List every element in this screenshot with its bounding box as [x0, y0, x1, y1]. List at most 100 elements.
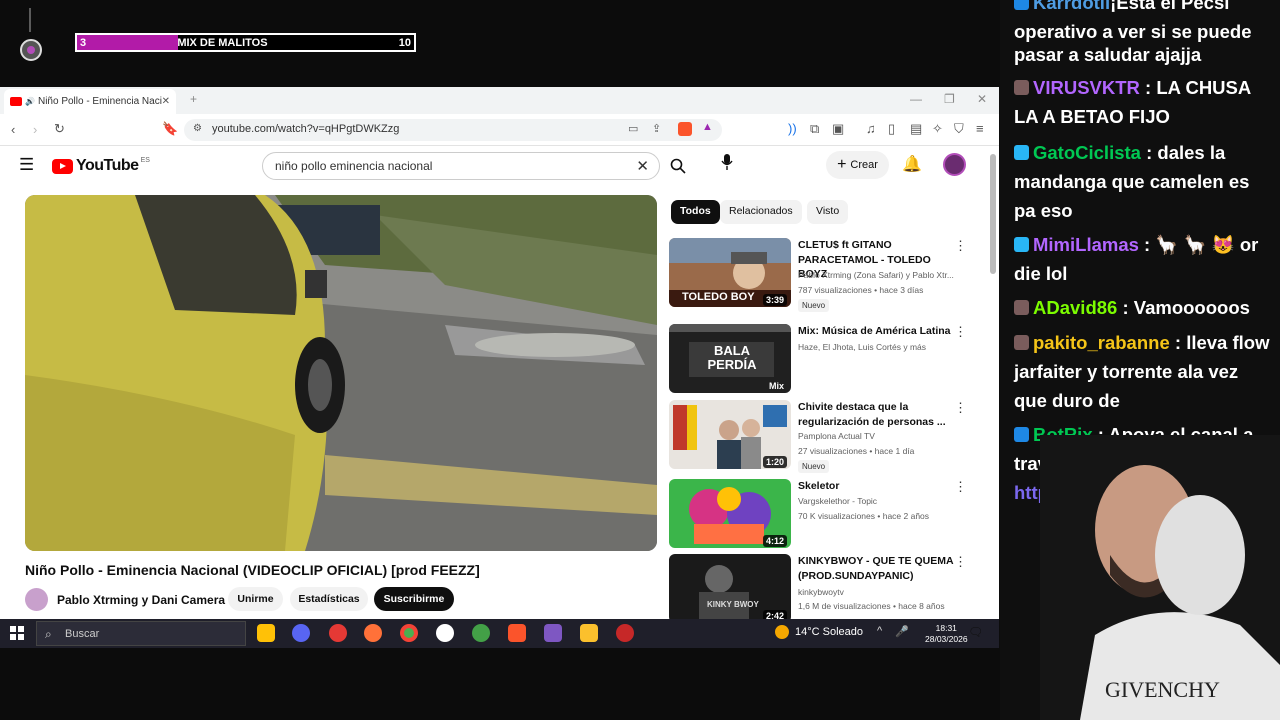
store-icon[interactable]: [257, 624, 275, 642]
close-tab-icon[interactable]: ✕: [162, 96, 170, 107]
windows-start-icon[interactable]: [10, 626, 24, 640]
chat-message: pasar a saludar ajajja: [1014, 40, 1276, 69]
brave-shield-icon[interactable]: [678, 122, 692, 136]
youtube-logo[interactable]: YouTube ES: [52, 157, 150, 175]
clock-time: 18:31: [935, 623, 957, 633]
windows-taskbar: ⌕ Buscar 14°C Soleado ^ 🎤 18:31 28/03/20…: [0, 619, 999, 648]
recommended-video[interactable]: TOLEDO BOY 3:39 CLETU$ ft GITANO PARACET…: [669, 238, 989, 312]
account-avatar[interactable]: [943, 153, 966, 176]
cast-icon[interactable]: ▭: [628, 122, 638, 135]
music-icon[interactable]: ♫: [866, 121, 876, 136]
youtube-favicon-icon: [10, 97, 22, 106]
rec-meta: 27 visualizaciones • hace 1 día: [798, 446, 915, 456]
audio-icon[interactable]: )): [788, 121, 797, 136]
badge-icon: [1014, 335, 1029, 350]
chat-username: Karrdotii: [1033, 0, 1111, 13]
menu-icon[interactable]: ≡: [976, 121, 984, 136]
tray-chevron-icon[interactable]: ^: [877, 625, 882, 637]
badge-icon: [1014, 237, 1029, 252]
more-options-icon[interactable]: ⋮: [954, 324, 967, 340]
close-window-icon[interactable]: ✕: [977, 92, 987, 106]
media-player-icon[interactable]: [436, 624, 454, 642]
progress-goal: 10: [398, 36, 411, 49]
more-options-icon[interactable]: ⋮: [954, 479, 967, 495]
notification-center-icon[interactable]: 🗨: [968, 625, 983, 639]
file-explorer-icon[interactable]: [580, 624, 598, 642]
search-button[interactable]: [660, 152, 696, 180]
share-icon[interactable]: ⇪: [652, 122, 661, 135]
taskbar-search[interactable]: ⌕ Buscar: [36, 621, 246, 646]
recommended-video[interactable]: BALA PERDÍA Mix Mix: Música de América L…: [669, 324, 989, 396]
channel-name[interactable]: Pablo Xtrming y Dani Camera: [57, 593, 225, 607]
obs-icon[interactable]: [544, 624, 562, 642]
rec-title: Skeletor: [798, 480, 840, 492]
chip-relacionados[interactable]: Relacionados: [720, 200, 802, 224]
video-title: Niño Pollo - Eminencia Nacional (VIDEOCL…: [25, 562, 480, 578]
youtube-wordmark: YouTube: [76, 157, 139, 174]
chat-message: VIRUSVKTR : LA CHUSA LA A BETAO FIJO: [1014, 73, 1276, 131]
recommended-video[interactable]: 1:20 Chivite destaca que la regularizaci…: [669, 400, 989, 473]
rec-channel: Pamplona Actual TV: [798, 431, 875, 441]
minimize-icon[interactable]: —: [910, 92, 922, 106]
reader-icon[interactable]: ▣: [832, 121, 844, 137]
taskbar-search-placeholder: Buscar: [65, 628, 100, 640]
microphone-icon[interactable]: 🎤: [895, 625, 909, 638]
app-icon-2[interactable]: [616, 624, 634, 642]
clear-search-icon[interactable]: ✕: [636, 157, 649, 175]
notifications-bell-icon[interactable]: 🔔: [902, 154, 922, 174]
more-options-icon[interactable]: ⋮: [954, 238, 967, 254]
voice-search-button[interactable]: [716, 154, 738, 176]
sidebar-icon[interactable]: ▯: [888, 121, 895, 137]
video-player[interactable]: [25, 195, 657, 551]
chat-message: ADavid86 : Vamoooooos: [1014, 293, 1276, 322]
xbox-icon[interactable]: [472, 624, 490, 642]
browser-window: 🔊 Niño Pollo - Eminencia Nacio ✕ + — ❐ ✕…: [0, 87, 999, 648]
weather-widget[interactable]: 14°C Soleado: [775, 625, 863, 639]
create-button[interactable]: + Crear: [826, 151, 889, 179]
progress-title: MIX DE MALITOS: [177, 36, 268, 49]
rec-channel: Haze, El Jhota, Luis Cortés y más: [798, 342, 927, 352]
video-duration: 3:39: [762, 294, 787, 306]
recommended-video[interactable]: KINKY BWOY 2:42 KINKYBWOY - QUE TE QUEMA…: [669, 554, 989, 620]
chip-visto[interactable]: Visto: [807, 200, 849, 224]
site-info-icon[interactable]: ⚙: [193, 123, 202, 134]
vpn-icon[interactable]: ⛉: [954, 121, 964, 137]
tab-title: Niño Pollo - Eminencia Nacio: [37, 96, 162, 107]
chat-username: pakito_rabanne: [1033, 332, 1170, 353]
browser-tab[interactable]: 🔊 Niño Pollo - Eminencia Nacio ✕: [4, 89, 176, 114]
wallet-icon[interactable]: ▤: [910, 121, 922, 137]
forward-icon[interactable]: ›: [33, 122, 37, 137]
system-clock[interactable]: 18:31 28/03/2026: [925, 623, 968, 645]
chip-todos[interactable]: Todos: [671, 200, 720, 224]
more-options-icon[interactable]: ⋮: [954, 400, 967, 416]
subscribe-button[interactable]: Suscribirme: [374, 587, 454, 611]
maximize-icon[interactable]: ❐: [944, 92, 955, 106]
firefox-icon[interactable]: [364, 624, 382, 642]
url-text: youtube.com/watch?v=qHPgtDWKZzg: [212, 123, 400, 135]
microphone-icon: [721, 154, 733, 170]
chat-text: : Vamoooooos: [1117, 297, 1250, 318]
scrollbar-thumb[interactable]: [990, 154, 996, 274]
reload-icon[interactable]: ↻: [54, 121, 65, 137]
discord-icon[interactable]: [292, 624, 310, 642]
new-tab-icon[interactable]: +: [190, 92, 197, 106]
bookmark-icon[interactable]: 🔖: [162, 121, 178, 137]
chrome-icon[interactable]: [400, 624, 418, 642]
channel-avatar[interactable]: [25, 588, 48, 611]
brave-icon[interactable]: [508, 624, 526, 642]
back-icon[interactable]: ‹: [11, 122, 15, 137]
recommended-video[interactable]: 4:12 Skeletor Vargskelethor - Topic 70 K…: [669, 479, 989, 551]
join-button[interactable]: Unirme: [228, 587, 283, 611]
speaker-icon: 🔊: [25, 97, 35, 106]
thumbnail-text: KINKY BWOY: [707, 600, 759, 609]
stats-button[interactable]: Estadísticas: [290, 587, 368, 611]
brave-rewards-icon[interactable]: ▲: [702, 121, 713, 133]
hamburger-menu-icon[interactable]: ☰: [19, 155, 34, 175]
address-bar[interactable]: ⚙ youtube.com/watch?v=qHPgtDWKZzg ▭ ⇪ ▲: [184, 119, 722, 141]
app-icon[interactable]: [329, 624, 347, 642]
search-input[interactable]: niño pollo eminencia nacional ✕: [262, 152, 660, 180]
stream-progress-bar: 3 MIX DE MALITOS 10: [75, 33, 416, 52]
leo-ai-icon[interactable]: ✧: [932, 121, 943, 137]
extensions-icon[interactable]: ⧉: [810, 121, 819, 137]
more-options-icon[interactable]: ⋮: [954, 554, 967, 570]
